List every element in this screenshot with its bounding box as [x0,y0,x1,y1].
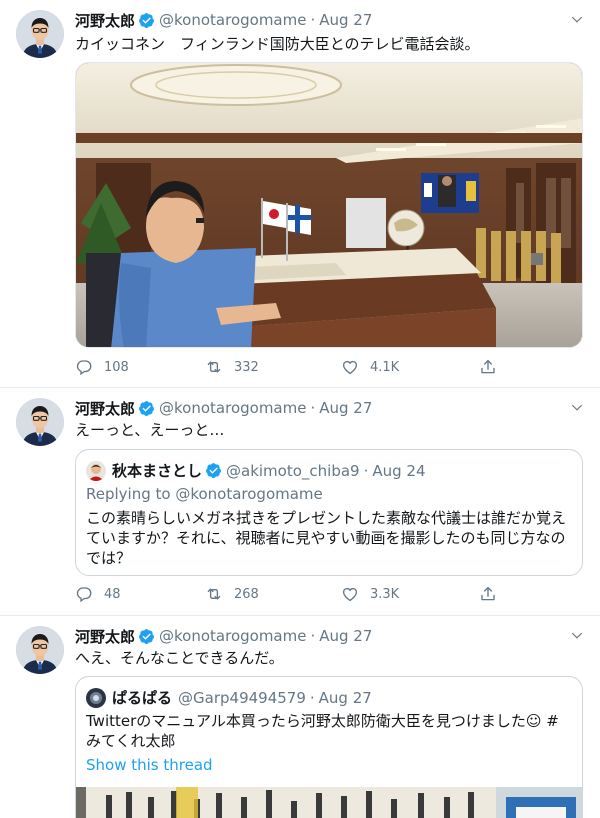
tweet-text: へえ、そんなことできるんだ。 [75,649,284,667]
heart-icon [341,358,359,376]
timestamp[interactable]: Aug 27 [319,627,372,645]
heart-icon [341,585,359,603]
quoted-tweet-header: ぱるぱる @Garp49494579 · Aug 27 [86,687,372,708]
tweet-actions: 108 332 4.1K [75,358,545,378]
share-icon [479,358,497,376]
quoted-tweet-header: 秋本まさとし @akimoto_chiba9 · Aug 24 [86,460,426,481]
quoted-avatar [86,687,106,708]
separator: · [310,11,316,29]
quoted-tweet-text: Twitterのマニュアル本買ったら河野太郎防衛大臣を見つけました☺ # みてく… [86,711,572,751]
author-handle[interactable]: @konotarogomame [159,11,306,29]
tweet[interactable]: 河野太郎 @konotarogomame · Aug 27 カイッコネン フィン… [0,0,600,388]
reply-icon [75,585,93,603]
profile-photo-icon [16,398,64,446]
chevron-down-icon[interactable] [570,629,584,643]
author-name[interactable]: 河野太郎 [75,10,135,31]
like-count: 3.3K [370,586,400,602]
quoted-photo[interactable] [76,787,582,818]
avatar[interactable] [16,398,64,446]
chevron-down-icon[interactable] [570,13,584,27]
separator: · [363,461,369,480]
separator: · [309,688,315,707]
author-handle[interactable]: @konotarogomame [159,399,306,417]
quoted-tweet[interactable]: ぱるぱる @Garp49494579 · Aug 27 Twitterのマニュア… [75,676,583,818]
share-icon [479,585,497,603]
quoted-timestamp: Aug 24 [372,461,426,480]
retweet-button[interactable]: 268 [205,585,259,603]
reply-button[interactable]: 48 [75,585,121,603]
author-name[interactable]: 河野太郎 [75,398,135,419]
separator: · [310,399,316,417]
verified-badge-icon [138,12,155,29]
text-line: Twitterのマニュアル本買ったら河野太郎防衛大臣を見つけました☺ # [86,712,559,730]
tweet[interactable]: 河野太郎 @konotarogomame · Aug 27 へえ、そんなことでき… [0,616,600,818]
avatar[interactable] [16,10,64,58]
tweet-header: 河野太郎 @konotarogomame · Aug 27 [75,398,372,418]
share-button[interactable] [479,358,508,376]
profile-photo-icon [16,10,64,58]
like-button[interactable]: 3.3K [341,585,399,603]
quoted-author-handle: @akimoto_chiba9 [226,461,360,480]
profile-photo-icon [86,460,106,481]
reply-count: 48 [104,586,121,602]
retweet-count: 332 [234,359,259,375]
like-button[interactable]: 4.1K [341,358,399,376]
author-name[interactable]: 河野太郎 [75,626,135,647]
tweet-photo[interactable] [75,62,583,348]
quoted-author-name: ぱるぱる [112,689,173,707]
book-page-image [76,787,582,818]
separator: · [310,627,316,645]
tweet-header: 河野太郎 @konotarogomame · Aug 27 [75,10,372,30]
text-line: みてくれ太郎 [86,732,176,750]
share-button[interactable] [479,585,508,603]
retweet-button[interactable]: 332 [205,358,259,376]
verified-badge-icon [138,400,155,417]
avatar[interactable] [16,626,64,674]
replying-to: Replying to @konotarogomame [86,485,323,503]
photo-image [76,63,582,347]
text-line: この素晴らしいメガネ拭きをプレゼントした素敵な代議士は誰だか覚え [86,509,567,527]
reply-button[interactable]: 108 [75,358,129,376]
quoted-author-name: 秋本まさとし [112,462,203,480]
tweet-text: えーっと、えーっと… [75,421,225,439]
tweet-actions: 48 268 3.3K [75,585,545,605]
retweet-icon [205,358,223,376]
reply-count: 108 [104,359,129,375]
quoted-avatar [86,460,106,481]
quoted-tweet[interactable]: 秋本まさとし @akimoto_chiba9 · Aug 24 Replying… [75,449,583,576]
quoted-author-handle: @Garp49494579 [178,688,306,707]
quoted-tweet-text: この素晴らしいメガネ拭きをプレゼントした素敵な代議士は誰だか覚え ていますか？そ… [86,508,572,568]
tweet-header: 河野太郎 @konotarogomame · Aug 27 [75,626,372,646]
tweet-text: カイッコネン フィンランド国防大臣とのテレビ電話会談。 [75,35,480,53]
quoted-timestamp: Aug 27 [318,688,372,707]
show-thread-link[interactable]: Show this thread [86,755,572,775]
reply-icon [75,358,93,376]
text-line: ていますか？それに、視聴者に見やすい動画を撮影したのも同じ方なの [86,529,566,547]
tweet[interactable]: 河野太郎 @konotarogomame · Aug 27 えーっと、えーっと…… [0,388,600,616]
verified-badge-icon [205,462,222,479]
timestamp[interactable]: Aug 27 [319,11,372,29]
text-line: では？ [86,549,132,567]
retweet-icon [205,585,223,603]
verified-badge-icon [138,628,155,645]
timestamp[interactable]: Aug 27 [319,399,372,417]
profile-photo-icon [86,687,106,708]
chevron-down-icon[interactable] [570,401,584,415]
author-handle[interactable]: @konotarogomame [159,627,306,645]
profile-photo-icon [16,626,64,674]
retweet-count: 268 [234,586,259,602]
like-count: 4.1K [370,359,400,375]
